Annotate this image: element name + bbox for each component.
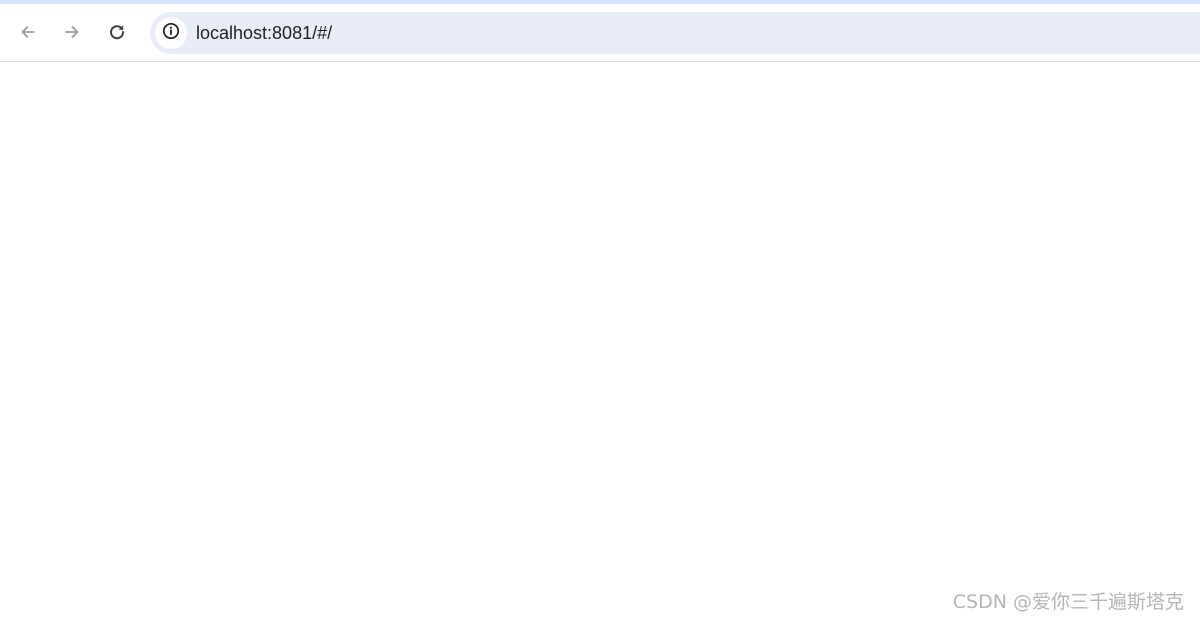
url-text[interactable]: localhost:8081/#/ bbox=[196, 12, 332, 54]
browser-window: localhost:8081/#/ CSDN @爱你三千遍斯塔克 bbox=[0, 0, 1200, 622]
site-info-button[interactable] bbox=[155, 17, 187, 49]
address-bar[interactable]: localhost:8081/#/ bbox=[150, 12, 1200, 54]
reload-icon bbox=[107, 22, 127, 42]
page-content: CSDN @爱你三千遍斯塔克 bbox=[0, 62, 1200, 622]
arrow-right-icon bbox=[62, 22, 82, 42]
reload-button[interactable] bbox=[99, 14, 135, 50]
back-button[interactable] bbox=[10, 14, 46, 50]
watermark: CSDN @爱你三千遍斯塔克 bbox=[952, 591, 1184, 613]
arrow-left-icon bbox=[18, 22, 38, 42]
info-circle-icon bbox=[161, 21, 181, 46]
forward-button[interactable] bbox=[54, 14, 90, 50]
browser-toolbar: localhost:8081/#/ bbox=[0, 4, 1200, 62]
